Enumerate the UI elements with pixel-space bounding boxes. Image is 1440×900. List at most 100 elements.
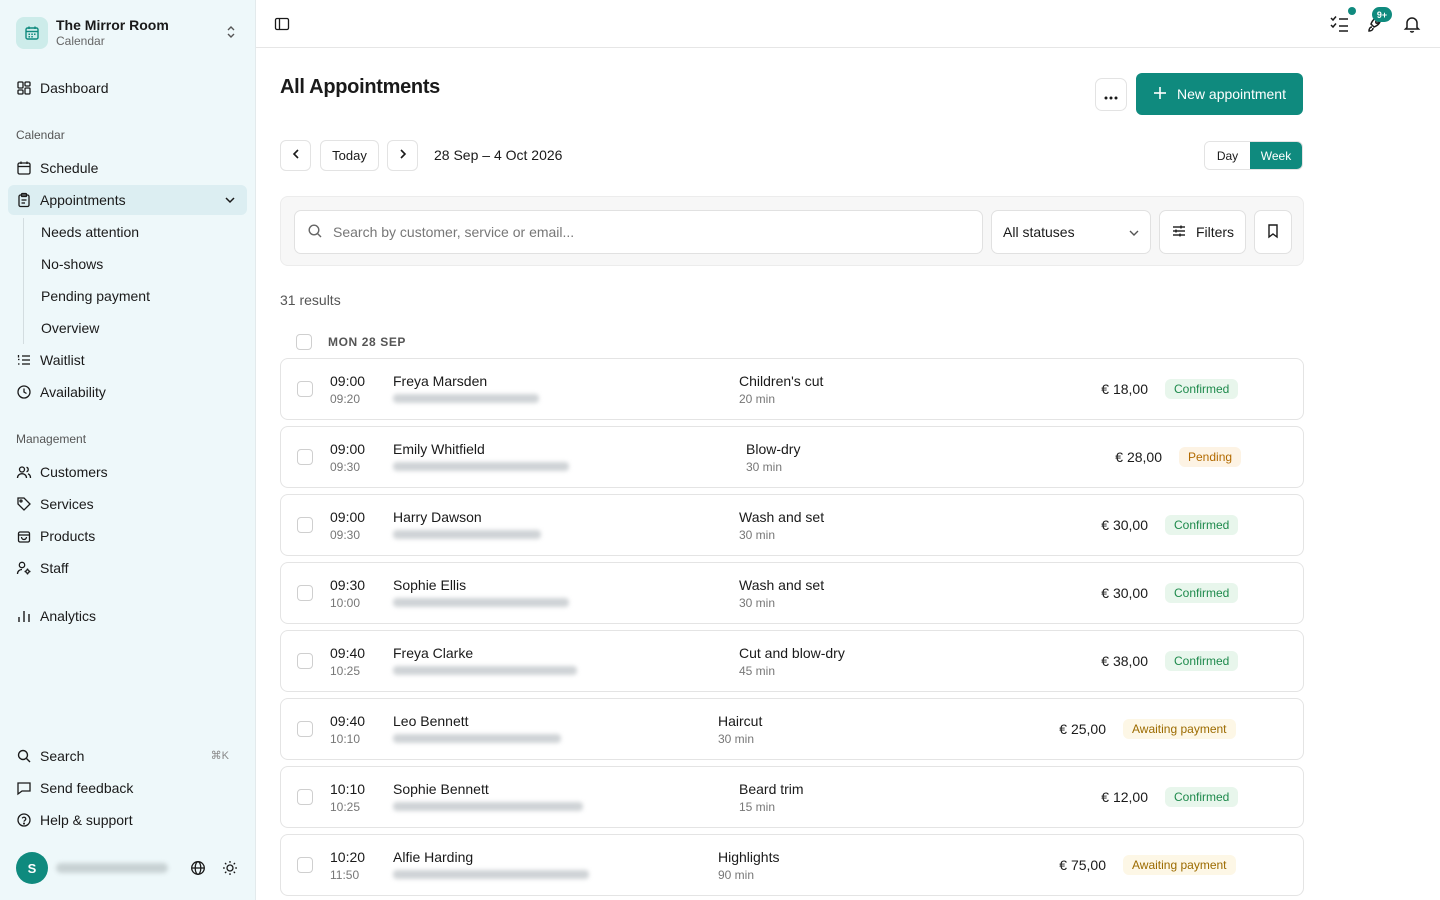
- sidebar-item-customers[interactable]: Customers: [8, 457, 247, 487]
- sidebar-subitem-overview[interactable]: Overview: [33, 314, 233, 342]
- customer-name: Harry Dawson: [393, 509, 482, 525]
- sidebar-item-label: Services: [40, 496, 94, 512]
- sidebar-item-products[interactable]: Products: [8, 521, 247, 551]
- view-day-tab[interactable]: Day: [1205, 142, 1250, 169]
- search-icon: [16, 748, 32, 764]
- user-menu[interactable]: S: [16, 852, 246, 884]
- service-name: Beard trim: [739, 781, 804, 797]
- row-checkbox[interactable]: [297, 721, 313, 737]
- service-name: Wash and set: [739, 577, 825, 593]
- page-title: All Appointments: [280, 76, 441, 98]
- workspace-name: The Mirror Room: [56, 17, 169, 33]
- row-checkbox[interactable]: [297, 381, 313, 397]
- appointment-row[interactable]: 09:00 09:30 Harry Dawson Wash and set 30…: [280, 494, 1304, 556]
- sidebar-subitem-needs-attention[interactable]: Needs attention: [33, 218, 233, 246]
- new-appointment-button[interactable]: New appointment: [1136, 73, 1303, 115]
- sidebar-item-appointments[interactable]: Appointments: [8, 185, 247, 215]
- appointment-row[interactable]: 09:40 10:25 Freya Clarke Cut and blow-dr…: [280, 630, 1304, 692]
- chevron-left-icon: [290, 148, 302, 163]
- sidebar-toggle-icon[interactable]: [274, 16, 290, 35]
- calendar-logo-icon: [16, 17, 48, 49]
- sidebar-item-schedule[interactable]: Schedule: [8, 153, 247, 183]
- sun-icon[interactable]: [222, 860, 238, 879]
- row-checkbox[interactable]: [297, 517, 313, 533]
- chevron-down-icon[interactable]: [223, 193, 237, 210]
- filters-label: Filters: [1195, 224, 1235, 240]
- appointment-row[interactable]: 10:20 11:50 Alfie Harding Highlights 90 …: [280, 834, 1304, 896]
- status-badge: Confirmed: [1165, 651, 1239, 671]
- end-time: 09:30: [330, 460, 361, 474]
- sidebar-item-send-feedback[interactable]: Send feedback: [8, 773, 247, 803]
- appointment-row[interactable]: 09:00 09:20 Freya Marsden Children's cut…: [280, 358, 1304, 420]
- sidebar-item-label: Schedule: [40, 160, 99, 176]
- appointment-row[interactable]: 10:10 10:25 Sophie Bennett Beard trim 15…: [280, 766, 1304, 828]
- customer-email-redacted: [393, 734, 561, 743]
- customer-name: Sophie Bennett: [393, 781, 489, 797]
- checklist-icon[interactable]: [1330, 15, 1350, 36]
- sidebar-item-waitlist[interactable]: Waitlist: [8, 345, 247, 375]
- appointment-row[interactable]: 09:40 10:10 Leo Bennett Haircut 30 min €…: [280, 698, 1304, 760]
- end-time: 11:50: [330, 868, 360, 882]
- row-checkbox[interactable]: [297, 857, 313, 873]
- more-options-button[interactable]: [1095, 78, 1127, 111]
- tasks-indicator-dot: [1348, 7, 1356, 15]
- bookmark-icon: [1266, 223, 1280, 242]
- help-circle-icon: [16, 812, 32, 828]
- top-bar: 9+: [256, 0, 1440, 48]
- price: € 38,00: [1101, 653, 1148, 669]
- list-ordered-icon: [16, 352, 32, 368]
- customer-email-redacted: [393, 870, 589, 879]
- status-select-value: All statuses: [1003, 224, 1075, 240]
- start-time: 09:00: [330, 373, 366, 389]
- sidebar-subitem-no-shows[interactable]: No-shows: [33, 250, 233, 278]
- saved-views-button[interactable]: [1254, 210, 1292, 254]
- sidebar-item-dashboard[interactable]: Dashboard: [8, 73, 247, 103]
- customer-email-redacted: [393, 598, 569, 607]
- sidebar-item-availability[interactable]: Availability: [8, 377, 247, 407]
- bell-icon[interactable]: [1403, 15, 1421, 36]
- customer-email-redacted: [393, 462, 569, 471]
- sidebar-item-analytics[interactable]: Analytics: [8, 601, 247, 631]
- sidebar-item-services[interactable]: Services: [8, 489, 247, 519]
- message-square-icon: [16, 780, 32, 796]
- sidebar-subitem-pending-payment[interactable]: Pending payment: [33, 282, 233, 310]
- service-duration: 45 min: [739, 664, 776, 678]
- sidebar-item-staff[interactable]: Staff: [8, 553, 247, 583]
- dashboard-icon: [16, 80, 32, 96]
- row-checkbox[interactable]: [297, 789, 313, 805]
- avatar: S: [16, 852, 48, 884]
- row-checkbox[interactable]: [297, 449, 313, 465]
- service-name: Highlights: [718, 849, 780, 865]
- search-field[interactable]: [294, 210, 983, 254]
- end-time: 09:30: [330, 528, 361, 542]
- today-button[interactable]: Today: [320, 140, 379, 171]
- service-duration: 90 min: [718, 868, 755, 882]
- search-input[interactable]: [333, 224, 973, 240]
- filter-bar: All statuses Filters: [280, 196, 1304, 266]
- sidebar-item-help[interactable]: Help & support: [8, 805, 247, 835]
- customer-name: Emily Whitfield: [393, 441, 485, 457]
- view-week-tab[interactable]: Week: [1250, 142, 1302, 169]
- sidebar-item-search[interactable]: Search ⌘K: [8, 741, 247, 771]
- appointment-row[interactable]: 09:30 10:00 Sophie Ellis Wash and set 30…: [280, 562, 1304, 624]
- globe-icon[interactable]: [190, 860, 206, 879]
- price: € 12,00: [1101, 789, 1148, 805]
- row-checkbox[interactable]: [297, 585, 313, 601]
- filters-button[interactable]: Filters: [1159, 210, 1246, 254]
- end-time: 10:25: [330, 800, 361, 814]
- next-week-button[interactable]: [387, 140, 418, 171]
- status-badge: Confirmed: [1165, 787, 1239, 807]
- workspace-switcher[interactable]: The Mirror Room Calendar: [16, 14, 246, 52]
- status-select[interactable]: All statuses: [991, 210, 1151, 254]
- customer-name: Leo Bennett: [393, 713, 469, 729]
- previous-week-button[interactable]: [280, 140, 311, 171]
- appointment-row[interactable]: 09:00 09:30 Emily Whitfield Blow-dry 30 …: [280, 426, 1304, 488]
- clock-icon: [16, 384, 32, 400]
- chevron-right-icon: [397, 148, 409, 163]
- service-duration: 20 min: [739, 392, 776, 406]
- user-email-redacted: [56, 863, 168, 873]
- end-time: 10:00: [330, 596, 361, 610]
- row-checkbox[interactable]: [297, 653, 313, 669]
- select-all-day-checkbox[interactable]: [296, 334, 312, 350]
- workspace-subtitle: Calendar: [56, 34, 105, 48]
